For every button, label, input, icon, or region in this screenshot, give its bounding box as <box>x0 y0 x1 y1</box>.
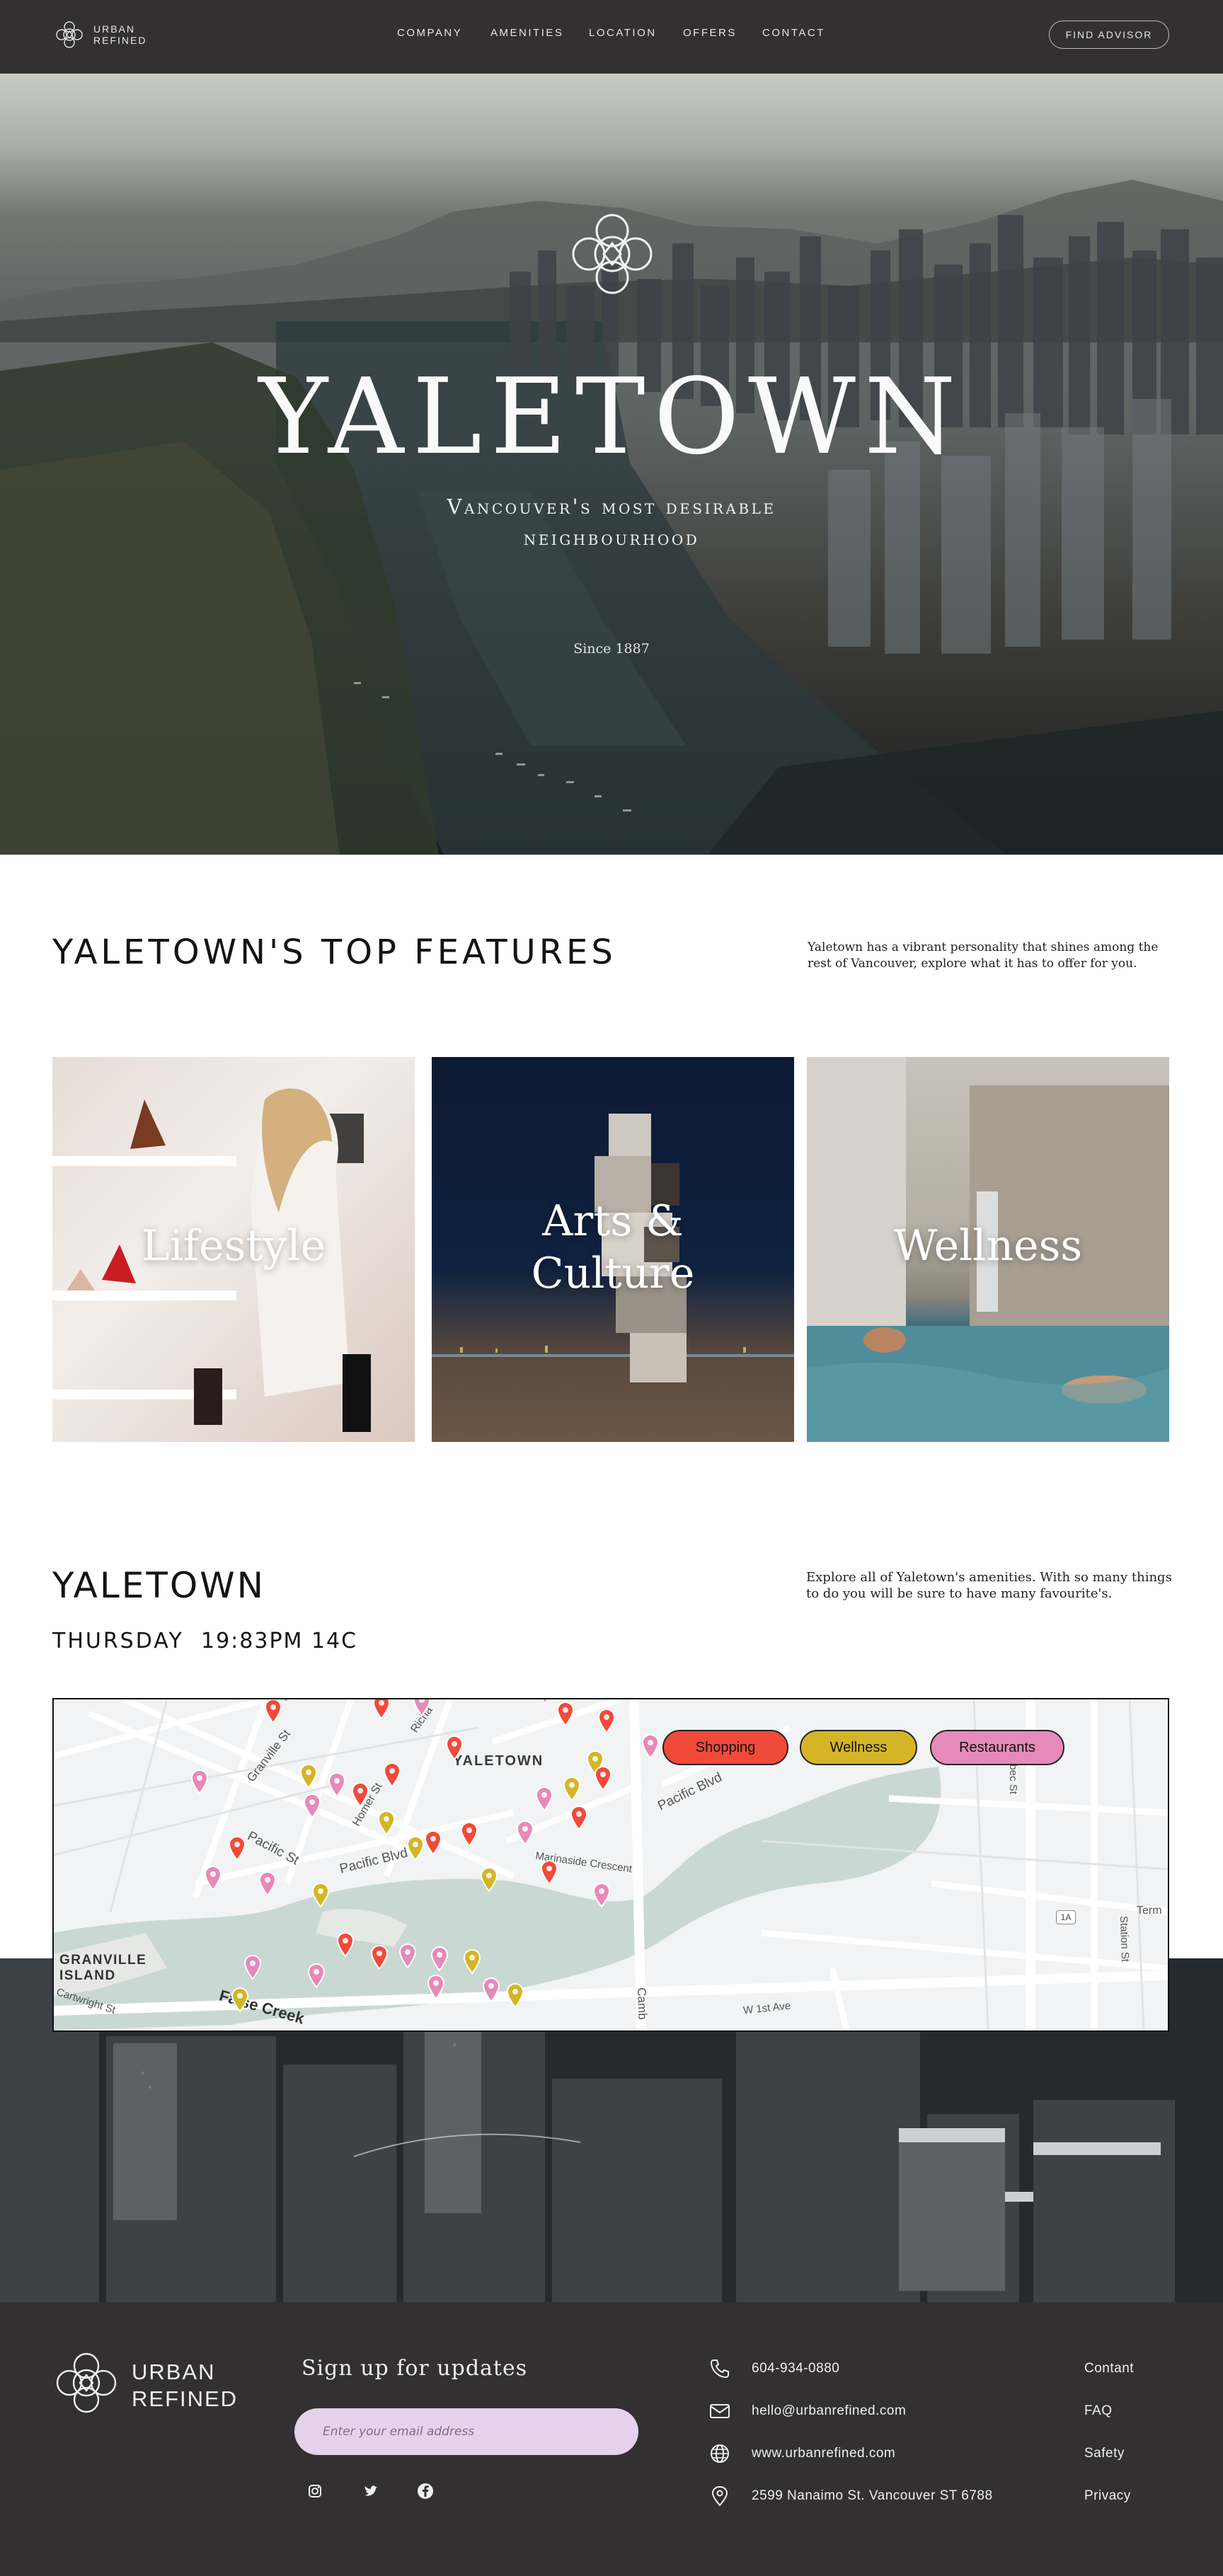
map-pin-wellness[interactable] <box>562 1776 582 1801</box>
filter-shopping-button[interactable]: Shopping <box>662 1730 788 1765</box>
map-pin-wellness[interactable] <box>406 1835 425 1861</box>
feature-card-arts-culture[interactable]: Arts & Culture <box>432 1057 794 1442</box>
brand-line1: URBAN <box>93 23 136 35</box>
map-pin-restaurant[interactable] <box>412 1698 432 1716</box>
map-pin-shopping[interactable] <box>444 1735 464 1760</box>
features-title: YALETOWN'S TOP FEATURES <box>52 932 616 972</box>
feature-card-arts-label-line1: Arts & <box>542 1196 684 1246</box>
map-pin-restaurant[interactable] <box>398 1943 418 1968</box>
weather-time-temp: 19:83PM 14C <box>201 1629 358 1653</box>
footer-link-privacy[interactable]: Privacy <box>1084 2488 1131 2504</box>
globe-icon <box>711 2444 729 2463</box>
map-pin-shopping[interactable] <box>335 1931 355 1957</box>
footer-link-faq[interactable]: FAQ <box>1084 2403 1113 2419</box>
map-pin-restaurant[interactable] <box>190 1769 209 1794</box>
map-pin-shopping[interactable] <box>556 1701 575 1726</box>
map-pin-restaurant[interactable] <box>327 1772 347 1797</box>
email-input[interactable] <box>294 2408 638 2455</box>
map-pin-shopping[interactable] <box>382 1762 402 1787</box>
contact-phone[interactable]: 604-934-0880 <box>752 2361 839 2376</box>
amenities-map[interactable]: YALETOWN GRANVILLE ISLAND False Creek Pa… <box>52 1698 1169 2032</box>
feature-card-wellness-label: Wellness <box>893 1221 1083 1271</box>
map-pin-shopping[interactable] <box>350 1781 370 1807</box>
map-pin-shopping[interactable] <box>597 1708 616 1733</box>
brand-name: URBAN REFINED <box>93 23 147 46</box>
nav-company[interactable]: COMPANY <box>397 27 462 39</box>
map-pin-restaurant[interactable] <box>534 1786 554 1811</box>
instagram-icon[interactable] <box>306 2482 324 2500</box>
top-nav: URBAN REFINED COMPANY AMENITIES LOCATION… <box>0 0 1223 74</box>
nav-amenities[interactable]: AMENITIES <box>490 27 563 39</box>
map-pin-restaurant[interactable] <box>306 1963 326 1988</box>
map-pin-restaurant[interactable] <box>302 1793 322 1818</box>
filter-wellness-button[interactable]: Wellness <box>800 1730 917 1765</box>
signup-title: Sign up for updates <box>302 2356 528 2381</box>
feature-card-wellness[interactable]: Wellness <box>807 1057 1169 1442</box>
brand-emblem-icon <box>56 21 83 48</box>
hero-banner: YALETOWN Vancouver's most desirable neig… <box>0 74 1223 855</box>
footer-link-safety[interactable]: Safety <box>1084 2446 1125 2461</box>
hero-emblem-icon <box>572 214 653 294</box>
feature-card-lifestyle-label: Lifestyle <box>141 1221 326 1271</box>
footer-link-contact[interactable]: Contant <box>1084 2361 1134 2376</box>
map-pin-shopping[interactable] <box>227 1835 247 1861</box>
nav-offers[interactable]: OFFERS <box>683 27 737 39</box>
map-pin-wellness[interactable] <box>299 1763 318 1789</box>
map-pin-restaurant[interactable] <box>535 1698 555 1704</box>
nav-location[interactable]: LOCATION <box>589 27 657 39</box>
location-pin-icon <box>711 2485 728 2507</box>
feature-card-lifestyle[interactable]: Lifestyle <box>52 1057 415 1442</box>
map-pin-shopping[interactable] <box>263 1698 283 1723</box>
map-pin-restaurant[interactable] <box>243 1954 263 1980</box>
footer-emblem-icon <box>56 2352 117 2413</box>
map-pin-restaurant[interactable] <box>203 1865 223 1890</box>
map-pin-wellness[interactable] <box>311 1882 331 1907</box>
map-pin-shopping[interactable] <box>593 1765 613 1791</box>
map-pin-shopping[interactable] <box>369 1944 389 1970</box>
map-pin-restaurant[interactable] <box>258 1871 277 1896</box>
feature-card-arts-label-line2: Culture <box>531 1249 695 1298</box>
email-icon <box>710 2404 730 2418</box>
map-pin-wellness[interactable] <box>479 1866 499 1892</box>
map-pin-restaurant[interactable] <box>481 1977 501 2002</box>
hero-title: YALETOWN <box>258 356 965 478</box>
yaletown-title: YALETOWN <box>52 1565 266 1606</box>
twitter-icon[interactable] <box>362 2482 381 2500</box>
features-description: Yaletown has a vibrant personality that … <box>808 940 1159 971</box>
phone-icon <box>710 2360 729 2379</box>
footer-brand-name: URBAN REFINED <box>132 2359 238 2413</box>
map-pin-wellness[interactable] <box>505 1982 525 2008</box>
contact-website[interactable]: www.urbanrefined.com <box>752 2446 895 2461</box>
contact-address: 2599 Nanaimo St. Vancouver ST 6788 <box>752 2488 993 2503</box>
map-pin-shopping[interactable] <box>423 1830 443 1855</box>
map-pin-wellness[interactable] <box>230 1987 250 2012</box>
facebook-icon[interactable] <box>416 2482 435 2500</box>
map-pin-wellness[interactable] <box>462 1948 482 1974</box>
hero-subtitle: Vancouver's most desirable neighbourhood <box>447 495 776 550</box>
brand-line2: REFINED <box>93 35 147 46</box>
weather-day: THURSDAY <box>52 1629 184 1653</box>
map-pin-restaurant[interactable] <box>426 1974 446 1999</box>
footer-brand-line2: REFINED <box>132 2386 239 2411</box>
hero-since: Since 1887 <box>573 641 650 657</box>
brand-logo[interactable]: URBAN REFINED <box>54 18 188 51</box>
map-pin-shopping[interactable] <box>372 1698 391 1719</box>
map-pin-shopping[interactable] <box>539 1859 559 1885</box>
map-pin-shopping[interactable] <box>459 1821 479 1847</box>
map-pin-wellness[interactable] <box>377 1810 396 1835</box>
map-pin-restaurant[interactable] <box>430 1946 449 1971</box>
map-pin-restaurant[interactable] <box>515 1820 535 1845</box>
map-pin-shopping[interactable] <box>569 1805 589 1830</box>
contact-email[interactable]: hello@urbanrefined.com <box>752 2403 906 2419</box>
nav-contact[interactable]: CONTACT <box>762 27 825 39</box>
map-pin-restaurant[interactable] <box>592 1882 612 1907</box>
map-description: Explore all of Yaletown's amenities. Wit… <box>806 1570 1172 1601</box>
filter-restaurants-button[interactable]: Restaurants <box>930 1730 1064 1765</box>
map-pin-restaurant[interactable] <box>641 1733 660 1759</box>
footer-brand-line1: URBAN <box>132 2360 216 2384</box>
find-advisor-button[interactable]: FIND ADVISOR <box>1049 21 1169 49</box>
